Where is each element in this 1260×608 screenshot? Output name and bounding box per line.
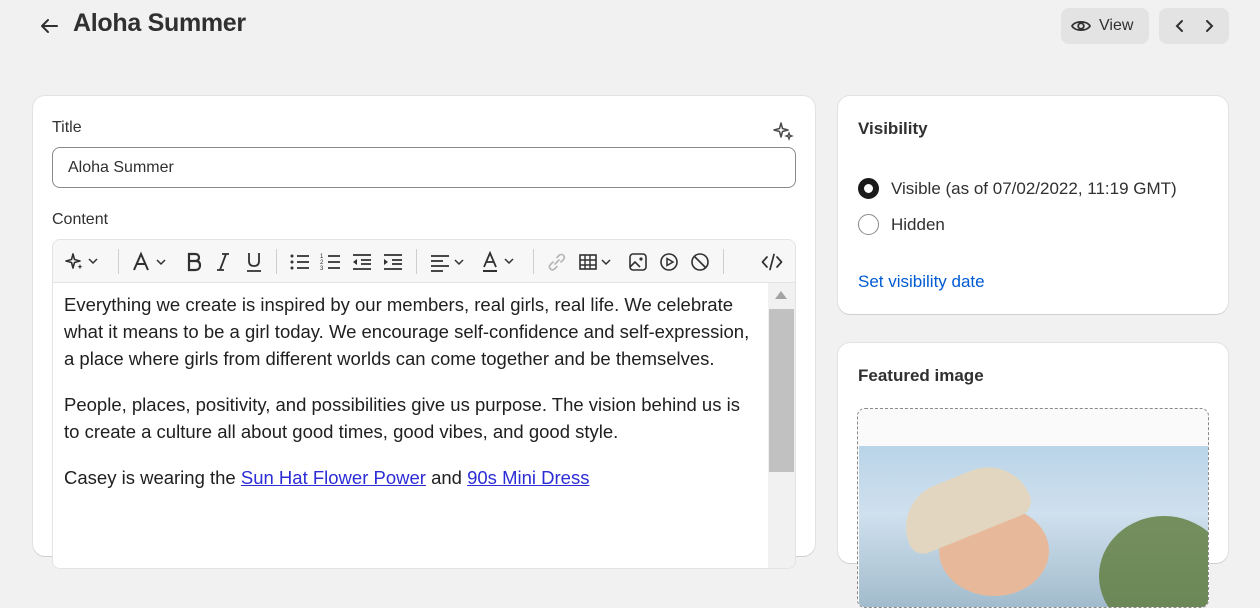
next-button[interactable] [1197, 14, 1221, 38]
visibility-heading: Visibility [858, 119, 928, 138]
back-button[interactable] [34, 12, 64, 40]
radio-checked-icon[interactable] [858, 178, 879, 199]
content-paragraph: Everything we create is inspired by our … [64, 294, 750, 369]
outdent-icon [353, 254, 371, 270]
featured-image-photo[interactable] [859, 446, 1208, 607]
text-color-dropdown[interactable] [481, 250, 523, 274]
title-input[interactable] [52, 147, 796, 188]
content-paragraph: People, places, positivity, and possibil… [64, 394, 740, 442]
indent-button[interactable] [382, 250, 404, 274]
sun-hat-link[interactable]: Sun Hat Flower Power [241, 467, 426, 488]
main-card: Title Content [33, 96, 815, 569]
ai-menu-button[interactable] [65, 250, 105, 274]
arrow-left-icon [41, 19, 58, 33]
italic-icon [217, 253, 229, 271]
scroll-up-arrow-icon[interactable] [775, 291, 787, 299]
italic-button[interactable] [212, 250, 234, 274]
clear-formatting-button[interactable] [689, 250, 711, 274]
block-icon [691, 253, 709, 271]
page-title: Aloha Summer [73, 9, 246, 37]
underline-icon [247, 253, 261, 272]
video-icon [660, 253, 678, 271]
chevron-right-icon [1205, 20, 1213, 32]
underline-button[interactable] [243, 250, 265, 274]
radio-unchecked-icon[interactable] [858, 214, 879, 235]
editor-scrollbar[interactable] [768, 283, 795, 568]
numbered-list-button[interactable]: 123 [320, 250, 342, 274]
text-color-icon [483, 251, 514, 272]
indent-icon [384, 254, 402, 270]
code-icon [761, 253, 783, 271]
magic-sparkle-button[interactable] [773, 120, 795, 142]
text-style-icon [133, 251, 166, 271]
svg-text:3: 3 [320, 266, 324, 272]
content-label: Content [52, 211, 109, 228]
featured-image-heading: Featured image [858, 366, 984, 385]
eye-icon [1071, 20, 1091, 32]
sparkle-icon [773, 122, 794, 141]
content-paragraph: Casey is wearing the Sun Hat Flower Powe… [64, 467, 590, 488]
pagination [1159, 8, 1229, 44]
bold-button[interactable] [183, 250, 205, 274]
link-button[interactable] [546, 250, 568, 274]
visible-option[interactable]: Visible (as of 07/02/2022, 11:19 GMT) [858, 178, 1177, 199]
numbered-list-icon: 123 [320, 254, 340, 272]
link-icon [548, 253, 566, 271]
hidden-option[interactable]: Hidden [858, 214, 945, 235]
editor-content[interactable]: Everything we create is inspired by our … [53, 283, 768, 568]
featured-image-dropzone[interactable] [857, 408, 1209, 608]
align-icon [431, 255, 464, 272]
code-view-button[interactable] [760, 250, 784, 274]
insert-image-button[interactable] [627, 250, 649, 274]
hidden-option-label: Hidden [891, 214, 945, 234]
chevron-left-icon [1175, 20, 1183, 32]
view-button-label: View [1099, 17, 1134, 34]
title-label: Title [52, 119, 82, 136]
image-icon [629, 253, 647, 271]
featured-image-card: Featured image [838, 343, 1228, 608]
align-dropdown[interactable] [429, 250, 471, 274]
previous-button[interactable] [1168, 14, 1192, 38]
table-icon [579, 254, 611, 270]
insert-video-button[interactable] [658, 250, 680, 274]
scroll-thumb[interactable] [769, 309, 794, 472]
visibility-card: Visibility Visible (as of 07/02/2022, 11… [838, 96, 1228, 314]
sparkle-icon [65, 253, 98, 270]
bullet-list-icon [290, 254, 309, 270]
editor-toolbar: 123 [53, 240, 795, 283]
set-visibility-date-link[interactable]: Set visibility date [858, 272, 985, 292]
table-dropdown[interactable] [578, 250, 618, 274]
text-style-dropdown[interactable] [131, 250, 173, 274]
visible-option-label: Visible (as of 07/02/2022, 11:19 GMT) [891, 178, 1177, 198]
view-button[interactable]: View [1061, 8, 1149, 44]
outdent-button[interactable] [351, 250, 373, 274]
mini-dress-link[interactable]: 90s Mini Dress [467, 467, 589, 488]
rich-text-editor: 123 Everything we create is inspired by … [52, 239, 796, 569]
bold-icon [187, 252, 202, 272]
top-bar: Aloha Summer View [0, 0, 1260, 56]
bullet-list-button[interactable] [289, 250, 311, 274]
